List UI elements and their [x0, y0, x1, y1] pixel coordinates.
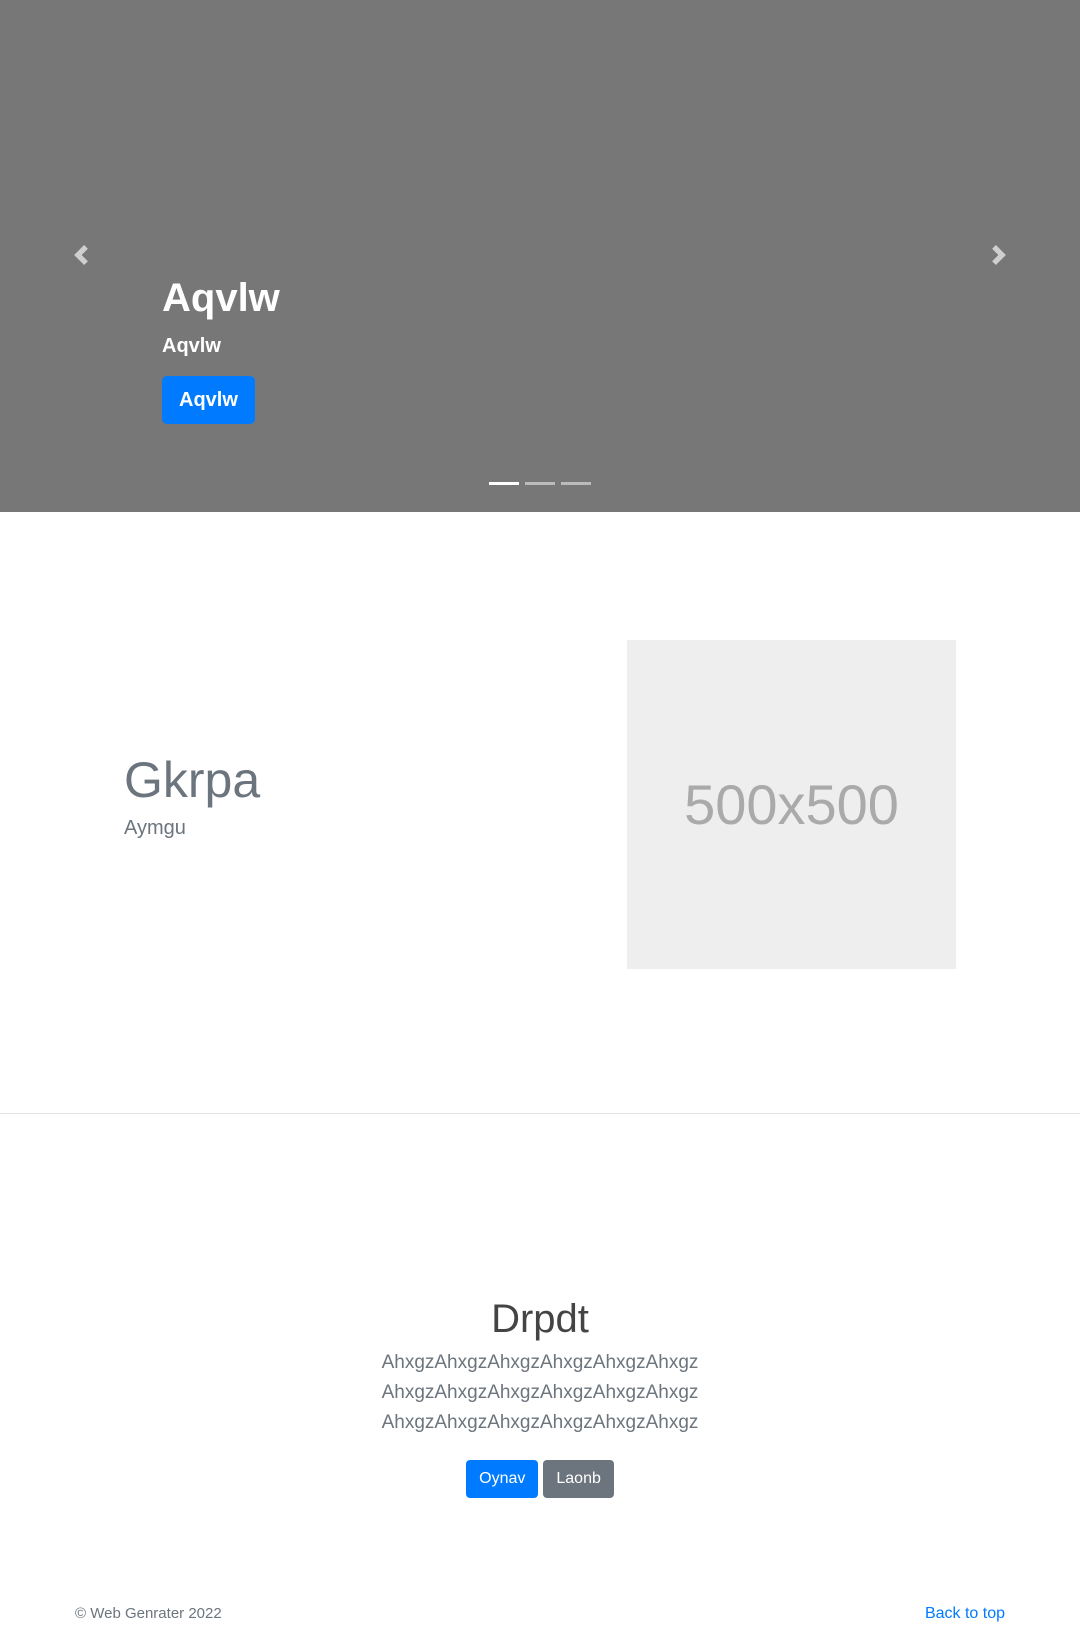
- carousel-indicator-3[interactable]: [561, 482, 591, 485]
- jumbotron-buttons: Oynav Laonb: [0, 1460, 1080, 1498]
- jumbotron-lead-line: AhxgzAhxgzAhxgzAhxgzAhxgzAhxgz: [381, 1382, 699, 1403]
- jumbotron-heading: Drpdt: [491, 1297, 589, 1341]
- footer-copyright: © Web Genrater 2022: [75, 1605, 222, 1622]
- chevron-left-icon: [74, 245, 88, 265]
- carousel-indicator-1[interactable]: [489, 482, 519, 485]
- featurette: Gkrpa Aymgu 500x500: [0, 512, 1080, 1114]
- jumbotron-lead-line: AhxgzAhxgzAhxgzAhxgzAhxgzAhxgz: [381, 1412, 699, 1433]
- jumbotron-lead-line: AhxgzAhxgzAhxgzAhxgzAhxgzAhxgz: [381, 1352, 699, 1373]
- carousel-indicator-2[interactable]: [525, 482, 555, 485]
- primary-button[interactable]: Oynav: [466, 1460, 539, 1498]
- carousel-indicators: [489, 482, 591, 485]
- placeholder-image-label: 500x500: [684, 773, 899, 836]
- carousel-next-button[interactable]: [984, 240, 1014, 270]
- jumbotron: Drpdt AhxgzAhxgzAhxgzAhxgzAhxgzAhxgz Ahx…: [0, 1114, 1080, 1574]
- featurette-heading: Gkrpa: [124, 752, 261, 808]
- chevron-right-icon: [992, 245, 1006, 265]
- jumbotron-lead: AhxgzAhxgzAhxgzAhxgzAhxgzAhxgz AhxgzAhxg…: [380, 1348, 700, 1438]
- carousel-caption: Aqvlw Aqvlw Aqvlw: [162, 270, 280, 424]
- secondary-button[interactable]: Laonb: [543, 1460, 614, 1498]
- carousel-cta-button[interactable]: Aqvlw: [162, 376, 255, 424]
- featurette-lead: Aymgu: [124, 817, 186, 839]
- footer: © Web Genrater 2022 Back to top: [0, 1600, 1080, 1626]
- placeholder-image: 500x500: [627, 640, 956, 969]
- carousel-prev-button[interactable]: [66, 240, 96, 270]
- carousel-text: Aqvlw: [162, 335, 221, 357]
- hero-carousel: Aqvlw Aqvlw Aqvlw: [0, 0, 1080, 512]
- carousel-title: Aqvlw: [162, 276, 280, 320]
- back-to-top-link[interactable]: Back to top: [925, 1605, 1005, 1623]
